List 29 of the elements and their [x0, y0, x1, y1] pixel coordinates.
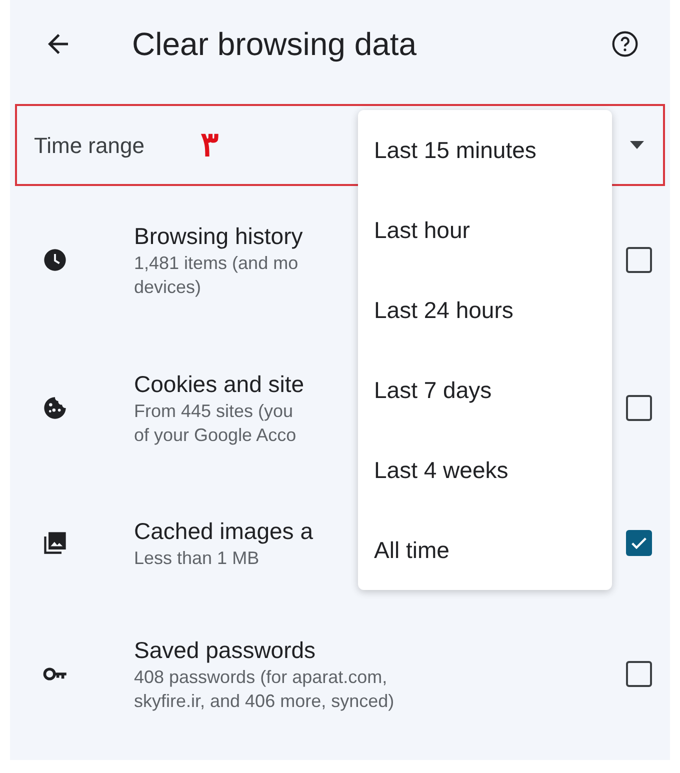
time-range-label: Time range	[34, 132, 144, 160]
item-title: Saved passwords	[134, 636, 316, 665]
checkbox[interactable]	[626, 530, 652, 556]
item-title: Cookies and site	[134, 370, 304, 399]
item-detail: devices)	[134, 276, 202, 299]
item-detail: Less than 1 MB	[134, 547, 260, 570]
item-detail: 1,481 items (and mo	[134, 252, 298, 275]
menu-item[interactable]: Last hour	[374, 212, 470, 248]
cookie-icon	[42, 395, 68, 421]
item-detail: skyfire.ir, and 406 more, synced)	[134, 690, 394, 713]
item-title: Browsing history	[134, 222, 303, 251]
clock-icon	[42, 247, 68, 273]
image-stack-icon	[42, 530, 68, 556]
menu-item[interactable]: Last 4 weeks	[374, 452, 508, 488]
menu-item[interactable]: All time	[374, 532, 450, 568]
checkbox[interactable]	[626, 395, 652, 421]
help-icon	[611, 30, 639, 58]
menu-item[interactable]: Last 15 minutes	[374, 132, 536, 168]
menu-item[interactable]: Last 24 hours	[374, 292, 514, 328]
item-detail: of your Google Acco	[134, 424, 296, 447]
item-detail: 408 passwords (for aparat.com,	[134, 666, 388, 689]
annotation-number: ۳	[200, 128, 218, 162]
checkbox[interactable]	[626, 661, 652, 687]
checkbox[interactable]	[626, 247, 652, 273]
menu-item[interactable]: Last 7 days	[374, 372, 492, 408]
dropdown-caret-icon	[630, 141, 644, 149]
page-title: Clear browsing data	[132, 25, 418, 64]
item-detail: From 445 sites (you	[134, 400, 294, 423]
item-title: Cached images a	[134, 517, 313, 546]
